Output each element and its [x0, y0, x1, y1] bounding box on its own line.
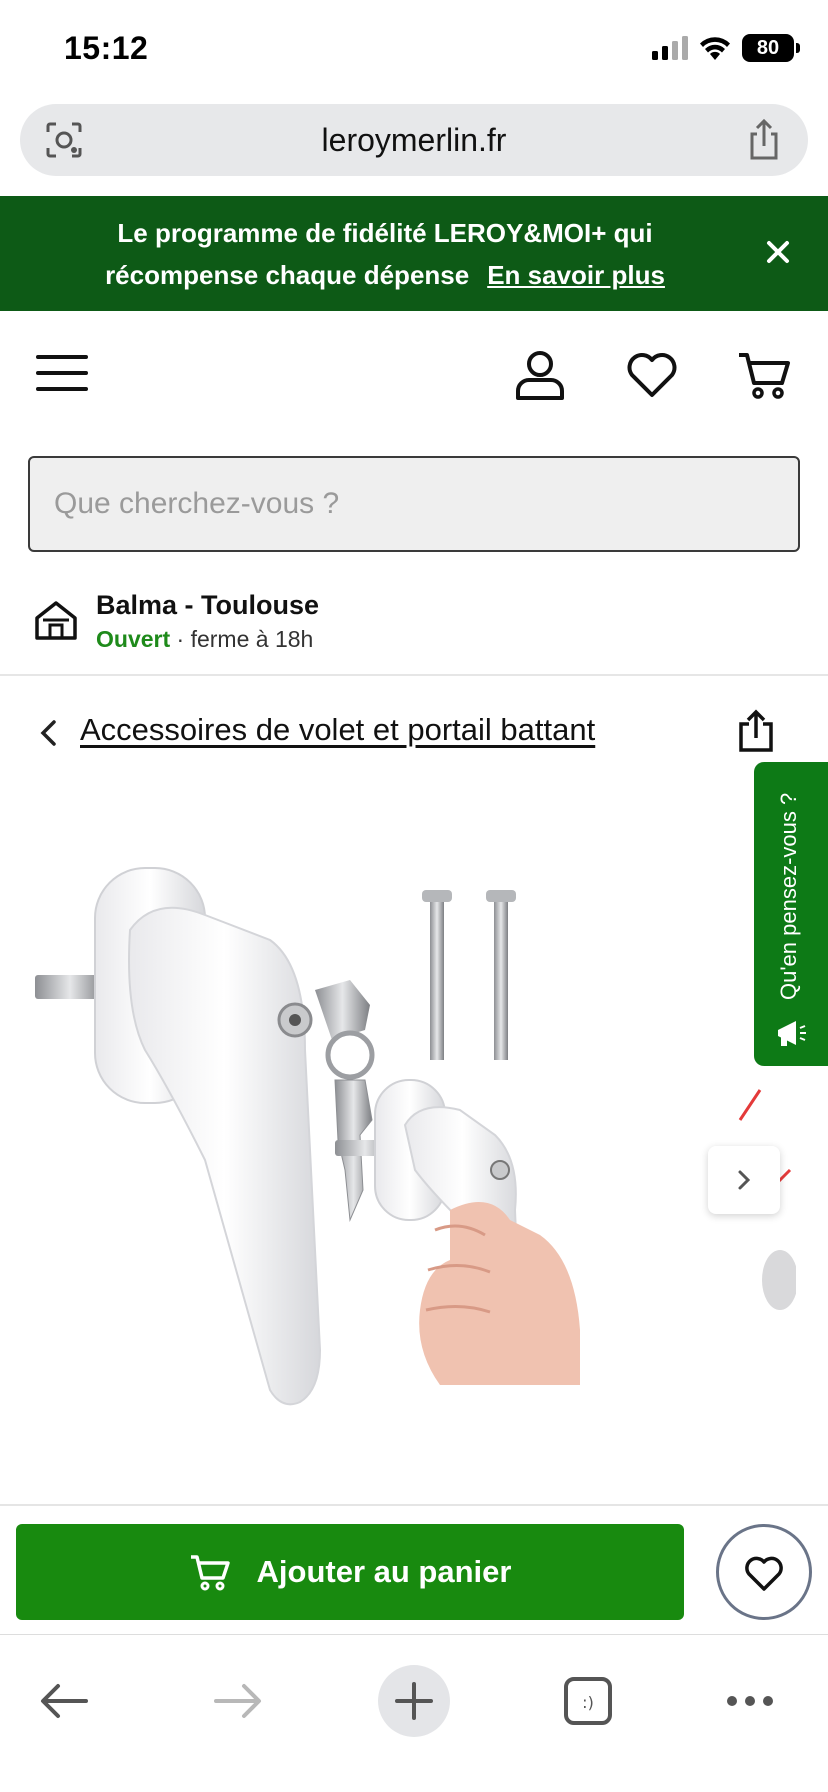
- store-open-status: Ouvert: [96, 626, 171, 652]
- breadcrumb: Accessoires de volet et portail battant: [0, 700, 828, 764]
- chevron-right-icon: [738, 1170, 751, 1190]
- svg-text::): :): [582, 1693, 594, 1712]
- megaphone-icon: [778, 1021, 806, 1046]
- share-icon[interactable]: [744, 118, 784, 162]
- feedback-label: Qu'en pensez-vous ?: [776, 792, 801, 1000]
- close-icon[interactable]: [762, 236, 794, 268]
- signal-icon: [652, 36, 688, 60]
- menu-icon[interactable]: [36, 351, 88, 395]
- battery-level: 80: [756, 36, 780, 59]
- heart-icon: [745, 1556, 783, 1591]
- loyalty-banner: Le programme de fidélité LEROY&MOI+ qui …: [0, 196, 828, 311]
- store-name: Balma - Toulouse: [96, 590, 320, 620]
- status-icons: 80: [652, 34, 800, 62]
- learn-more-link[interactable]: En savoir plus: [487, 260, 665, 290]
- banner-line-2: récompense chaque dépense En savoir plus: [60, 254, 710, 296]
- product-image[interactable]: [20, 790, 720, 1490]
- store-closing-time: · ferme à 18h: [170, 626, 314, 652]
- back-arrow-icon[interactable]: [28, 1665, 100, 1737]
- store-hours: Ouvert · ferme à 18h: [96, 626, 313, 653]
- banner-text: Le programme de fidélité LEROY&MOI+ qui …: [60, 212, 710, 296]
- window-handle-illustration: [35, 867, 580, 1406]
- breadcrumb-category-link[interactable]: Accessoires de volet et portail battant: [80, 712, 595, 748]
- site-header: [0, 311, 828, 441]
- banner-line-2-text: récompense chaque dépense: [105, 260, 470, 290]
- browser-toolbar: :): [0, 1634, 828, 1792]
- account-icon[interactable]: [512, 347, 568, 403]
- more-options-icon[interactable]: [714, 1665, 786, 1737]
- plus-icon: [395, 1682, 433, 1720]
- battery-indicator: 80: [742, 34, 800, 62]
- status-time: 15:12: [64, 30, 149, 66]
- wifi-icon: [700, 37, 730, 60]
- status-bar: 15:12 80: [0, 0, 828, 100]
- forward-arrow-icon[interactable]: [202, 1665, 274, 1737]
- search-input[interactable]: [28, 456, 800, 552]
- store-icon: [35, 601, 77, 640]
- cart-icon: [190, 1555, 230, 1591]
- address-bar[interactable]: leroymerlin.fr: [20, 104, 808, 176]
- next-image-button[interactable]: [708, 1146, 780, 1214]
- chevron-left-icon[interactable]: [36, 718, 60, 748]
- share-icon[interactable]: [736, 708, 776, 754]
- add-to-cart-label: Ajouter au panier: [256, 1554, 512, 1589]
- url-text[interactable]: leroymerlin.fr: [20, 122, 808, 159]
- wishlist-icon[interactable]: [624, 347, 680, 403]
- tabs-icon[interactable]: :): [552, 1665, 624, 1737]
- new-tab-button[interactable]: [378, 1665, 450, 1737]
- banner-line-1: Le programme de fidélité LEROY&MOI+ qui: [117, 218, 653, 248]
- cart-icon[interactable]: [736, 347, 792, 403]
- feedback-tab[interactable]: Qu'en pensez-vous ?: [754, 762, 828, 1066]
- add-to-wishlist-button[interactable]: [716, 1524, 812, 1620]
- add-to-cart-button[interactable]: Ajouter au panier: [16, 1524, 684, 1620]
- store-selector[interactable]: Balma - Toulouse Ouvert · ferme à 18h: [0, 576, 828, 676]
- purchase-bar: Ajouter au panier: [0, 1504, 828, 1634]
